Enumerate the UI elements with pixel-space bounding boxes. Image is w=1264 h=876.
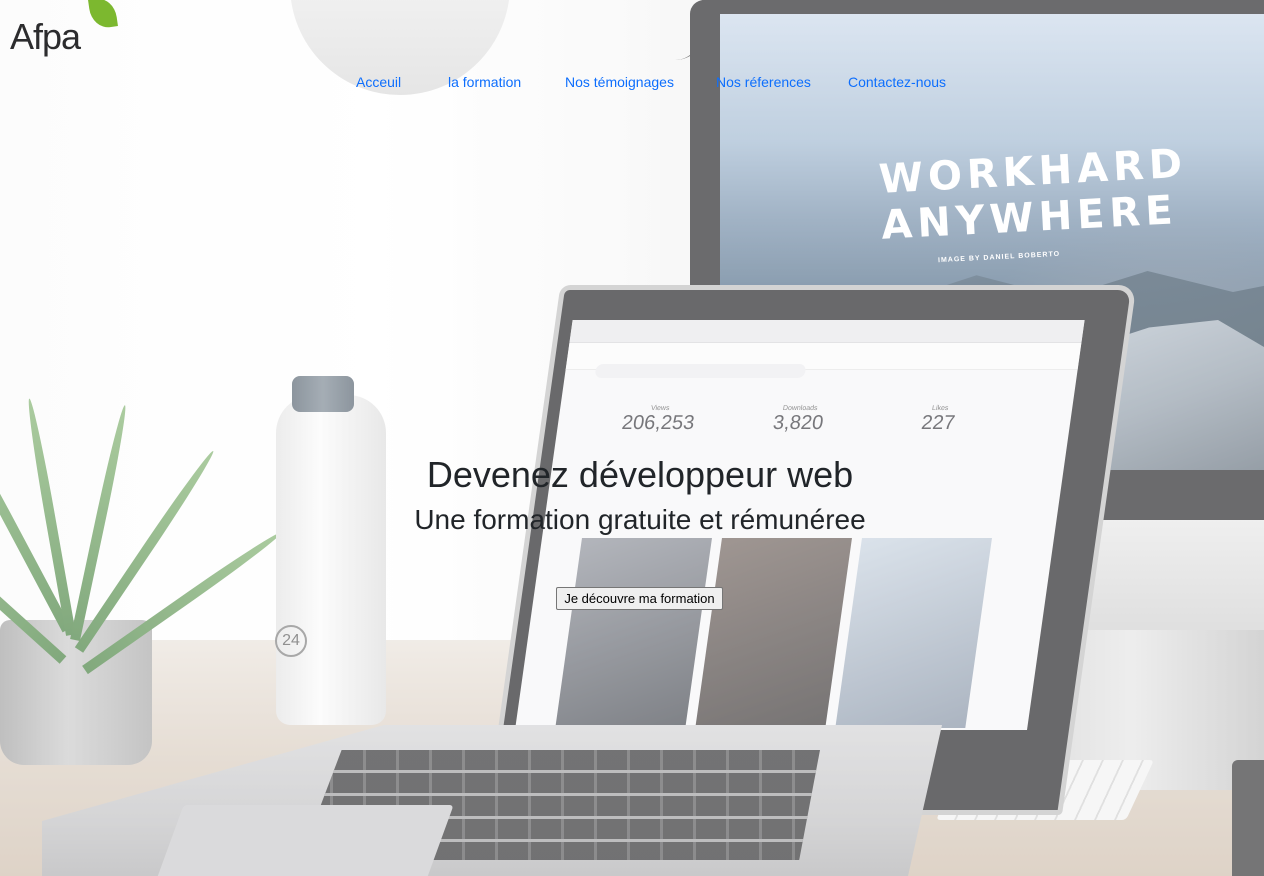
nav-link-formation[interactable]: la formation xyxy=(448,74,521,90)
afpa-logo[interactable]: Afpa xyxy=(8,0,118,58)
discover-formation-button[interactable]: Je découvre ma formation xyxy=(556,587,723,610)
background-overlay xyxy=(0,0,1264,876)
hero-background: WORKHARD ANYWHERE IMAGE BY DANIEL BOBERT… xyxy=(0,0,1264,876)
hero-subtitle: Une formation gratuite et rémunéree xyxy=(414,504,866,535)
hero-title: Devenez développeur web xyxy=(426,454,854,495)
main-nav: Acceuil la formation Nos témoignages Nos… xyxy=(0,74,1264,94)
nav-link-acceuil[interactable]: Acceuil xyxy=(356,74,401,90)
nav-link-temoignages[interactable]: Nos témoignages xyxy=(565,74,674,90)
nav-link-contact[interactable]: Contactez-nous xyxy=(848,74,946,90)
logo-text: Afpa xyxy=(10,16,81,57)
nav-link-references[interactable]: Nos réferences xyxy=(716,74,811,90)
